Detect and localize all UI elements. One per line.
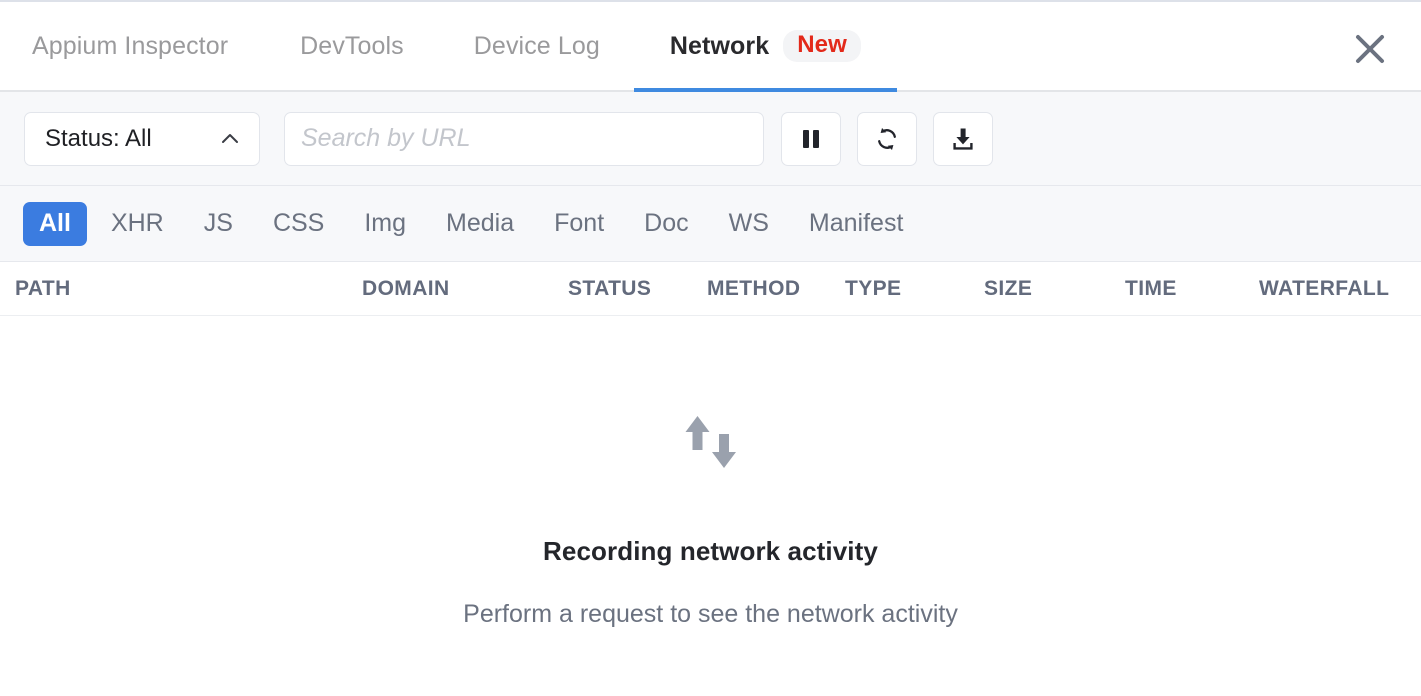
tab-devtools[interactable]: DevTools bbox=[266, 2, 440, 90]
tab-label: Device Log bbox=[474, 32, 600, 61]
filter-chip-css[interactable]: CSS bbox=[257, 202, 340, 246]
column-header-status[interactable]: STATUS bbox=[568, 277, 707, 301]
column-header-size[interactable]: SIZE bbox=[984, 277, 1125, 301]
network-toolbar: Status: All bbox=[0, 92, 1421, 186]
filter-chip-label: Font bbox=[554, 209, 604, 237]
search-input[interactable] bbox=[285, 113, 763, 165]
filter-chip-label: CSS bbox=[273, 209, 324, 237]
filter-chip-label: Manifest bbox=[809, 209, 903, 237]
filter-chip-img[interactable]: Img bbox=[348, 202, 422, 246]
download-button[interactable] bbox=[933, 112, 993, 166]
download-icon bbox=[949, 125, 977, 153]
tab-label: Network bbox=[670, 32, 769, 61]
refresh-icon bbox=[873, 125, 901, 153]
requests-table-body: Recording network activity Perform a req… bbox=[0, 316, 1421, 696]
tab-bar: Appium Inspector DevTools Device Log Net… bbox=[0, 2, 1421, 92]
toolbar-actions bbox=[781, 112, 993, 166]
filter-chip-ws[interactable]: WS bbox=[713, 202, 785, 246]
empty-state-subtitle: Perform a request to see the network act… bbox=[463, 600, 958, 629]
filter-chip-label: Media bbox=[446, 209, 514, 237]
column-header-time[interactable]: TIME bbox=[1125, 277, 1259, 301]
requests-table-header: PATH DOMAIN STATUS METHOD TYPE SIZE TIME… bbox=[0, 262, 1421, 316]
pause-button[interactable] bbox=[781, 112, 841, 166]
filter-chip-manifest[interactable]: Manifest bbox=[793, 202, 919, 246]
filter-chip-label: Doc bbox=[644, 209, 688, 237]
network-panel: Appium Inspector DevTools Device Log Net… bbox=[0, 0, 1421, 696]
status-filter-label: Status: All bbox=[45, 125, 152, 153]
column-header-waterfall[interactable]: WATERFALL bbox=[1259, 277, 1419, 301]
tab-appium-inspector[interactable]: Appium Inspector bbox=[0, 2, 266, 90]
tab-label: Appium Inspector bbox=[32, 32, 228, 61]
filter-chip-label: Img bbox=[364, 209, 406, 237]
column-header-path[interactable]: PATH bbox=[0, 277, 362, 301]
tab-label: DevTools bbox=[300, 32, 404, 61]
filter-chip-font[interactable]: Font bbox=[538, 202, 620, 246]
type-filter-bar: All XHR JS CSS Img Media Font Doc WS Man… bbox=[0, 186, 1421, 262]
new-badge: New bbox=[783, 30, 861, 62]
column-header-method[interactable]: METHOD bbox=[707, 277, 845, 301]
filter-chip-label: All bbox=[39, 209, 71, 237]
filter-chip-label: WS bbox=[729, 209, 769, 237]
filter-chip-label: JS bbox=[204, 209, 233, 237]
filter-chip-all[interactable]: All bbox=[23, 202, 87, 246]
filter-chip-js[interactable]: JS bbox=[188, 202, 249, 246]
status-filter-dropdown[interactable]: Status: All bbox=[24, 112, 260, 166]
filter-chip-label: XHR bbox=[111, 209, 164, 237]
chevron-up-icon bbox=[219, 128, 241, 150]
tab-device-log[interactable]: Device Log bbox=[440, 2, 634, 90]
filter-chip-doc[interactable]: Doc bbox=[628, 202, 704, 246]
filter-chip-media[interactable]: Media bbox=[430, 202, 530, 246]
refresh-button[interactable] bbox=[857, 112, 917, 166]
close-icon bbox=[1353, 32, 1387, 66]
search-field-wrapper bbox=[284, 112, 764, 166]
filter-chip-xhr[interactable]: XHR bbox=[95, 202, 180, 246]
close-button[interactable] bbox=[1349, 28, 1391, 70]
pause-icon bbox=[798, 126, 824, 152]
column-header-domain[interactable]: DOMAIN bbox=[362, 277, 568, 301]
empty-state-title: Recording network activity bbox=[543, 536, 878, 567]
transfer-arrows-icon bbox=[682, 412, 740, 474]
column-header-type[interactable]: TYPE bbox=[845, 277, 984, 301]
tab-list: Appium Inspector DevTools Device Log Net… bbox=[0, 2, 897, 90]
tab-network[interactable]: Network New bbox=[634, 2, 897, 90]
